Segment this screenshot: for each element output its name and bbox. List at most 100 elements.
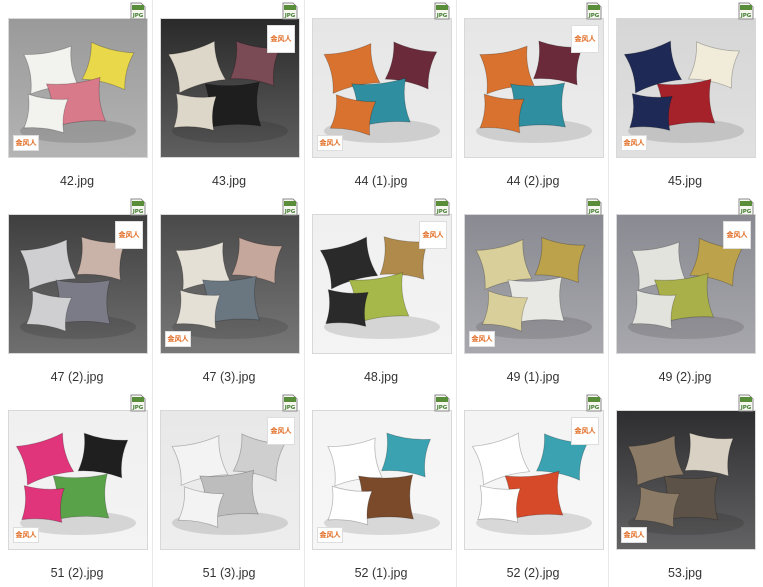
jpg-badge-label: JPG (132, 405, 144, 411)
file-name-label[interactable]: 48.jpg (306, 370, 456, 384)
file-name-label[interactable]: 52 (2).jpg (458, 566, 608, 580)
jpg-file-type-icon: JPG (738, 2, 754, 20)
brand-watermark: 金风人 (621, 527, 647, 543)
column-divider (456, 0, 457, 587)
file-item[interactable]: 金风人 JPG 43.jpg (154, 0, 304, 192)
column-divider (152, 0, 153, 587)
jpg-badge-label: JPG (436, 209, 448, 215)
thumbnail-frame: 金风人 JPG (610, 0, 760, 160)
pillow-thumbnail-image: 金风人 (616, 214, 756, 354)
jpg-file-type-icon: JPG (282, 394, 298, 412)
thumbnail-frame: 金风人 JPG (154, 196, 304, 356)
jpg-file-type-icon: JPG (586, 2, 602, 20)
jpg-badge-label: JPG (284, 13, 296, 19)
file-name-label[interactable]: 44 (1).jpg (306, 174, 456, 188)
brand-watermark: 金风人 (571, 417, 599, 445)
file-name-label[interactable]: 42.jpg (2, 174, 152, 188)
file-item[interactable]: 金风人 JPG 51 (3).jpg (154, 392, 304, 584)
brand-watermark: 金风人 (267, 417, 295, 445)
file-item[interactable]: 金风人 JPG 52 (2).jpg (458, 392, 608, 584)
pillow-thumbnail-image: 金风人 (160, 410, 300, 550)
thumbnail-frame: 金风人 JPG (2, 392, 152, 552)
jpg-badge-label: JPG (284, 405, 296, 411)
file-item[interactable]: 金风人 JPG 47 (2).jpg (2, 196, 152, 388)
jpg-badge-label: JPG (588, 209, 600, 215)
file-item[interactable]: 金风人 JPG 44 (2).jpg (458, 0, 608, 192)
jpg-badge-label: JPG (588, 405, 600, 411)
pillow-thumbnail-image: 金风人 (8, 18, 148, 158)
brand-watermark: 金风人 (13, 527, 39, 543)
pillow-thumbnail-image: 金风人 (312, 410, 452, 550)
file-item[interactable]: 金风人 JPG 51 (2).jpg (2, 392, 152, 584)
jpg-file-type-icon: JPG (738, 198, 754, 216)
file-name-label[interactable]: 44 (2).jpg (458, 174, 608, 188)
pillow-thumbnail-image: 金风人 (616, 18, 756, 158)
jpg-badge-label: JPG (740, 405, 752, 411)
thumbnail-frame: 金风人 JPG (610, 196, 760, 356)
jpg-file-type-icon: JPG (586, 394, 602, 412)
thumbnail-frame: 金风人 JPG (306, 0, 456, 160)
thumbnail-frame: 金风人 JPG (306, 392, 456, 552)
jpg-file-type-icon: JPG (130, 394, 146, 412)
jpg-file-type-icon: JPG (282, 2, 298, 20)
pillow-thumbnail-image: 金风人 (464, 410, 604, 550)
file-item[interactable]: 金风人 JPG 44 (1).jpg (306, 0, 456, 192)
file-name-label[interactable]: 43.jpg (154, 174, 304, 188)
file-name-label[interactable]: 45.jpg (610, 174, 760, 188)
jpg-file-type-icon: JPG (130, 2, 146, 20)
brand-watermark: 金风人 (571, 25, 599, 53)
file-item[interactable]: 金风人 JPG 47 (3).jpg (154, 196, 304, 388)
brand-watermark: 金风人 (621, 135, 647, 151)
jpg-file-type-icon: JPG (586, 198, 602, 216)
thumbnail-frame: 金风人 JPG (610, 392, 760, 552)
thumbnail-frame: 金风人 JPG (458, 0, 608, 160)
pillow-thumbnail-image: 金风人 (160, 214, 300, 354)
file-item[interactable]: 金风人 JPG 45.jpg (610, 0, 760, 192)
brand-watermark: 金风人 (13, 135, 39, 151)
thumbnail-frame: 金风人 JPG (306, 196, 456, 356)
brand-watermark: 金风人 (267, 25, 295, 53)
jpg-file-type-icon: JPG (434, 198, 450, 216)
file-name-label[interactable]: 52 (1).jpg (306, 566, 456, 580)
brand-watermark: 金风人 (115, 221, 143, 249)
file-name-label[interactable]: 49 (1).jpg (458, 370, 608, 384)
jpg-file-type-icon: JPG (434, 394, 450, 412)
file-item[interactable]: 金风人 JPG 42.jpg (2, 0, 152, 192)
file-name-label[interactable]: 47 (3).jpg (154, 370, 304, 384)
file-name-label[interactable]: 47 (2).jpg (2, 370, 152, 384)
brand-watermark: 金风人 (419, 221, 447, 249)
jpg-badge-label: JPG (132, 209, 144, 215)
pillow-thumbnail-image: 金风人 (464, 214, 604, 354)
pillow-thumbnail-image: 金风人 (312, 214, 452, 354)
jpg-file-type-icon: JPG (434, 2, 450, 20)
file-name-label[interactable]: 51 (3).jpg (154, 566, 304, 580)
pillow-thumbnail-image: 金风人 (464, 18, 604, 158)
thumbnail-frame: 金风人 JPG (154, 0, 304, 160)
pillow-thumbnail-image: 金风人 (616, 410, 756, 550)
jpg-badge-label: JPG (588, 13, 600, 19)
brand-watermark: 金风人 (165, 331, 191, 347)
thumbnail-frame: 金风人 JPG (154, 392, 304, 552)
thumbnail-frame: 金风人 JPG (2, 0, 152, 160)
pillow-thumbnail-image: 金风人 (312, 18, 452, 158)
brand-watermark: 金风人 (317, 135, 343, 151)
jpg-badge-label: JPG (436, 13, 448, 19)
pillow-thumbnail-image: 金风人 (8, 214, 148, 354)
file-item[interactable]: 金风人 JPG 53.jpg (610, 392, 760, 584)
jpg-badge-label: JPG (740, 209, 752, 215)
file-name-label[interactable]: 49 (2).jpg (610, 370, 760, 384)
pillow-thumbnail-image: 金风人 (160, 18, 300, 158)
brand-watermark: 金风人 (723, 221, 751, 249)
file-item[interactable]: 金风人 JPG 49 (2).jpg (610, 196, 760, 388)
thumbnail-frame: 金风人 JPG (458, 392, 608, 552)
file-item[interactable]: 金风人 JPG 52 (1).jpg (306, 392, 456, 584)
file-grid: 金风人 JPG 42.jpg 金风人 JPG 43.jpg 金风人 JPG 44 (1).jpg… (0, 0, 763, 587)
file-name-label[interactable]: 53.jpg (610, 566, 760, 580)
file-item[interactable]: 金风人 JPG 49 (1).jpg (458, 196, 608, 388)
jpg-file-type-icon: JPG (738, 394, 754, 412)
jpg-file-type-icon: JPG (130, 198, 146, 216)
brand-watermark: 金风人 (469, 331, 495, 347)
file-name-label[interactable]: 51 (2).jpg (2, 566, 152, 580)
jpg-badge-label: JPG (436, 405, 448, 411)
file-item[interactable]: 金风人 JPG 48.jpg (306, 196, 456, 388)
